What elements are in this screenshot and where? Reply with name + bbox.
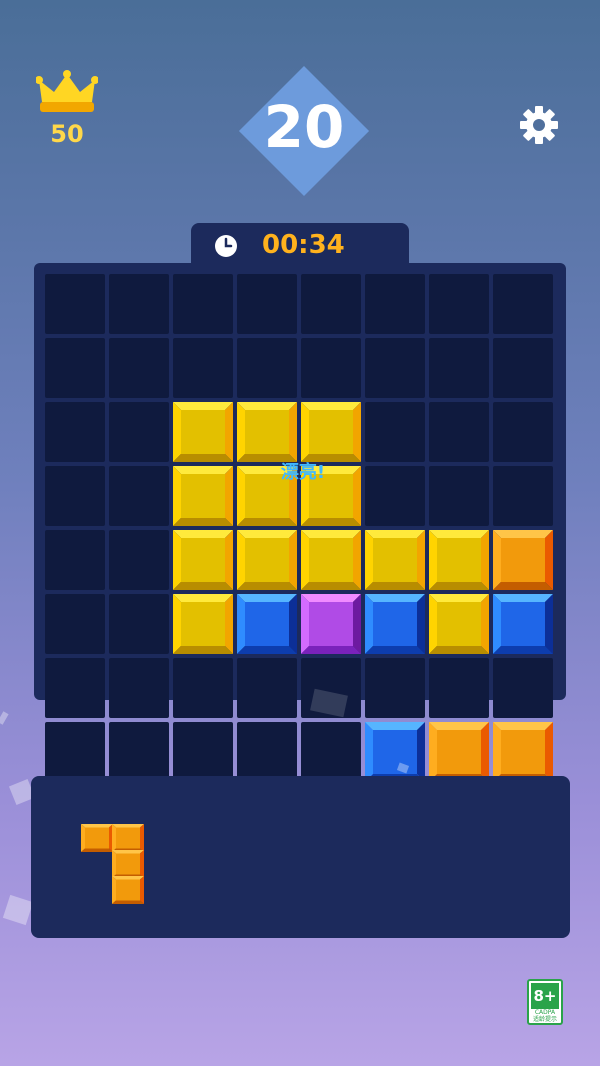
board-cell-empty[interactable] (237, 722, 297, 782)
board-cell-empty[interactable] (109, 466, 169, 526)
board-block-blue[interactable] (493, 594, 553, 654)
board-cell-empty[interactable] (173, 722, 233, 782)
board-cell-empty[interactable] (109, 722, 169, 782)
board-cell-empty[interactable] (45, 402, 105, 462)
board-block-yellow[interactable] (429, 530, 489, 590)
board-cell-empty[interactable] (237, 274, 297, 334)
board-block-yellow[interactable] (237, 530, 297, 590)
board-block-yellow[interactable] (301, 530, 361, 590)
board-cell-empty[interactable] (365, 658, 425, 718)
board-cell-empty[interactable] (301, 274, 361, 334)
board-cell-empty[interactable] (173, 658, 233, 718)
tray-piece-block[interactable] (81, 824, 113, 852)
board-block-yellow[interactable] (173, 466, 233, 526)
board-cell-empty[interactable] (429, 338, 489, 398)
board-block-yellow[interactable] (173, 402, 233, 462)
board-cell-empty[interactable] (45, 658, 105, 718)
board-block-orange[interactable] (493, 722, 553, 782)
board-cell-empty[interactable] (237, 658, 297, 718)
board-cell-empty[interactable] (45, 722, 105, 782)
board-cell-empty[interactable] (365, 338, 425, 398)
board-cell-empty[interactable] (365, 274, 425, 334)
age-rating-note: 适龄提示 (532, 1016, 557, 1023)
board-cell-empty[interactable] (45, 466, 105, 526)
board-cell-empty[interactable] (493, 658, 553, 718)
board-block-orange[interactable] (493, 530, 553, 590)
board-cell-empty[interactable] (109, 594, 169, 654)
confetti (0, 711, 9, 725)
best-score: 50 (50, 120, 84, 148)
tray-piece-block[interactable] (112, 824, 144, 852)
board-block-yellow[interactable] (173, 594, 233, 654)
board-cell-empty[interactable] (365, 402, 425, 462)
board-cell-empty[interactable] (493, 274, 553, 334)
board-cell-empty[interactable] (109, 530, 169, 590)
board-cell-empty[interactable] (109, 338, 169, 398)
combo-text: 漂亮! (280, 462, 326, 483)
board-cell-empty[interactable] (301, 722, 361, 782)
tray-piece-block[interactable] (112, 876, 144, 904)
timer-value: 00:34 (262, 230, 345, 260)
board-cell-empty[interactable] (237, 338, 297, 398)
board-cell-empty[interactable] (109, 402, 169, 462)
board-cell-empty[interactable] (173, 274, 233, 334)
board-block-yellow[interactable] (301, 402, 361, 462)
current-score: 20 (263, 93, 345, 161)
gear-icon[interactable] (518, 104, 560, 146)
board-cell-empty[interactable] (429, 274, 489, 334)
board-cell-empty[interactable] (301, 338, 361, 398)
age-rating-org: CADPA (534, 1009, 556, 1016)
board-cell-empty[interactable] (493, 466, 553, 526)
board-block-yellow[interactable] (365, 530, 425, 590)
board-cell-empty[interactable] (429, 658, 489, 718)
clock-icon (215, 235, 237, 257)
board-cell-empty[interactable] (45, 274, 105, 334)
board-cell-empty[interactable] (365, 466, 425, 526)
board-cell-empty[interactable] (429, 466, 489, 526)
tray-piece-block[interactable] (112, 850, 144, 878)
board-block-yellow[interactable] (173, 530, 233, 590)
confetti (2, 894, 34, 926)
board-cell-empty[interactable] (493, 402, 553, 462)
board-block-yellow[interactable] (429, 594, 489, 654)
board-cell-empty[interactable] (109, 274, 169, 334)
board-block-blue[interactable] (237, 594, 297, 654)
board-cell-empty[interactable] (173, 338, 233, 398)
crown-icon (36, 70, 98, 112)
board-cell-empty[interactable] (45, 338, 105, 398)
board-block-blue[interactable] (365, 594, 425, 654)
board-cell-empty[interactable] (493, 338, 553, 398)
age-rating-badge: 8+ CADPA 适龄提示 (527, 979, 563, 1025)
board-cell-empty[interactable] (45, 594, 105, 654)
board-cell-empty[interactable] (45, 530, 105, 590)
board-block-purple[interactable] (301, 594, 361, 654)
board-block-orange[interactable] (429, 722, 489, 782)
board-cell-empty[interactable] (109, 658, 169, 718)
piece-tray[interactable] (31, 776, 570, 938)
board-block-yellow[interactable] (237, 402, 297, 462)
age-rating-label: 8+ (531, 983, 559, 1009)
board-cell-empty[interactable] (429, 402, 489, 462)
board-block-blue[interactable] (365, 722, 425, 782)
